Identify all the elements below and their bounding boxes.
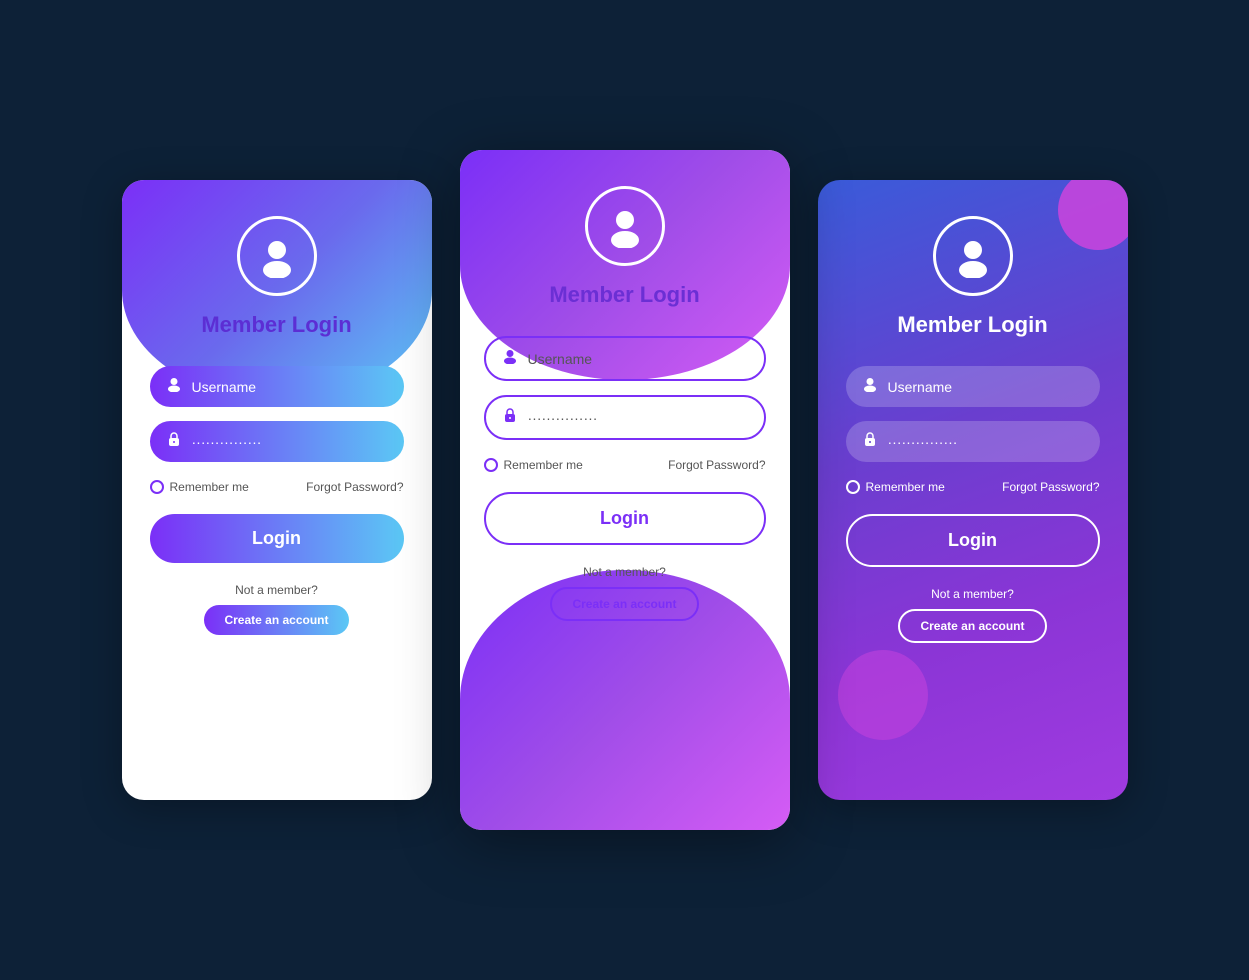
card1-avatar xyxy=(237,216,317,296)
cards-container: Member Login Username xyxy=(122,150,1128,830)
card2-login-button[interactable]: Login xyxy=(484,492,766,545)
card3-options-row: Remember me Forgot Password? xyxy=(846,480,1100,494)
card3-user-icon xyxy=(951,234,995,278)
card1-user-icon xyxy=(255,234,299,278)
card3-content: Member Login Username xyxy=(818,180,1128,673)
card1-lock-icon xyxy=(166,431,182,452)
card1-not-member: Not a member? xyxy=(235,583,318,597)
card1-username-input[interactable]: Username xyxy=(150,366,404,407)
card2-remember-label: Remember me xyxy=(504,458,583,472)
card3-login-button[interactable]: Login xyxy=(846,514,1100,567)
login-card-3: Member Login Username xyxy=(818,180,1128,800)
card1-remember-me[interactable]: Remember me xyxy=(150,480,249,494)
card2-not-member: Not a member? xyxy=(583,565,666,579)
card1-user-field-icon xyxy=(166,376,182,397)
card3-avatar xyxy=(933,216,1013,296)
card3-forgot-password[interactable]: Forgot Password? xyxy=(1002,480,1099,494)
card3-password-dots: ··············· xyxy=(888,434,1084,450)
card1-remember-label: Remember me xyxy=(170,480,249,494)
card2-password-input[interactable]: ··············· xyxy=(484,395,766,440)
card1-create-account-button[interactable]: Create an account xyxy=(204,605,348,635)
card2-username-label: Username xyxy=(528,351,748,367)
card3-user-field-icon xyxy=(862,376,878,397)
card3-title: Member Login xyxy=(897,312,1047,338)
card2-options-row: Remember me Forgot Password? xyxy=(484,458,766,472)
card2-forgot-password[interactable]: Forgot Password? xyxy=(668,458,765,472)
card2-avatar xyxy=(585,186,665,266)
card1-password-input[interactable]: ··············· xyxy=(150,421,404,462)
card1-login-button[interactable]: Login xyxy=(150,514,404,563)
card3-not-member: Not a member? xyxy=(931,587,1014,601)
card3-radio[interactable] xyxy=(846,480,860,494)
card1-title: Member Login xyxy=(201,312,351,338)
card1-radio[interactable] xyxy=(150,480,164,494)
card2-password-dots: ··············· xyxy=(528,410,748,426)
card2-username-input[interactable]: Username xyxy=(484,336,766,381)
card2-title: Member Login xyxy=(549,282,699,308)
card2-create-account-button[interactable]: Create an account xyxy=(550,587,698,621)
card2-user-field-icon xyxy=(502,348,518,369)
card3-username-label: Username xyxy=(888,379,1084,395)
card1-content: Member Login Username xyxy=(122,180,432,665)
card1-password-dots: ··············· xyxy=(192,434,388,450)
card1-forgot-password[interactable]: Forgot Password? xyxy=(306,480,403,494)
card3-create-account-button[interactable]: Create an account xyxy=(898,609,1046,643)
card3-username-input[interactable]: Username xyxy=(846,366,1100,407)
card3-lock-icon xyxy=(862,431,878,452)
login-card-1: Member Login Username xyxy=(122,180,432,800)
card2-radio[interactable] xyxy=(484,458,498,472)
card3-remember-me[interactable]: Remember me xyxy=(846,480,945,494)
card3-remember-label: Remember me xyxy=(866,480,945,494)
card3-password-input[interactable]: ··············· xyxy=(846,421,1100,462)
card1-username-label: Username xyxy=(192,379,388,395)
login-card-2: Member Login Username xyxy=(460,150,790,830)
card2-remember-me[interactable]: Remember me xyxy=(484,458,583,472)
card1-options-row: Remember me Forgot Password? xyxy=(150,480,404,494)
card2-content: Member Login Username xyxy=(460,150,790,651)
card2-lock-icon xyxy=(502,407,518,428)
card2-user-icon xyxy=(603,204,647,248)
